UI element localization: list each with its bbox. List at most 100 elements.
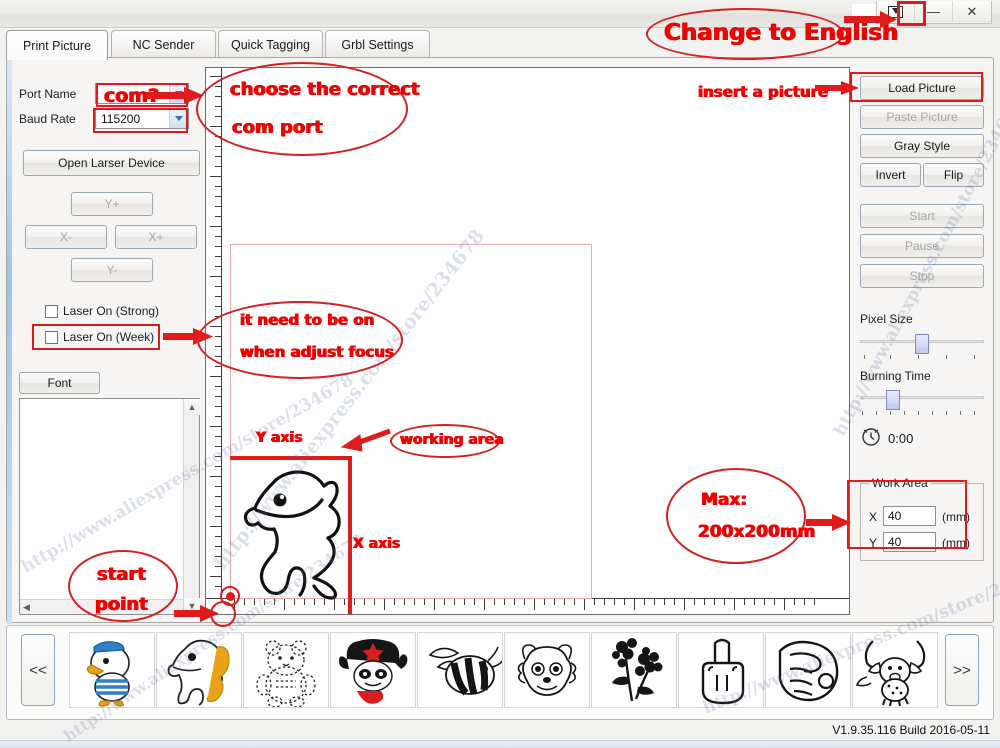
start-label: Start bbox=[909, 209, 935, 223]
work-area-x-input[interactable]: 40 bbox=[883, 506, 936, 526]
work-area-y-input[interactable]: 40 bbox=[883, 532, 936, 552]
tab-print-picture[interactable]: Print Picture bbox=[6, 30, 108, 60]
chevron-down-icon[interactable] bbox=[169, 109, 188, 128]
laser-week-label: Laser On (Week) bbox=[63, 330, 155, 344]
thumbnail-flower[interactable] bbox=[591, 632, 677, 708]
thumbnail-bee[interactable] bbox=[417, 632, 503, 708]
open-laser-device-label: Open Larser Device bbox=[58, 156, 165, 170]
pixel-size-slider-thumb[interactable] bbox=[915, 334, 929, 354]
bee-icon bbox=[428, 646, 502, 696]
jog-x-plus-label: X+ bbox=[148, 230, 164, 244]
burning-time-slider[interactable] bbox=[860, 390, 984, 416]
font-button[interactable]: Font bbox=[19, 372, 100, 394]
thumbnail-bear[interactable] bbox=[243, 632, 329, 708]
text-input-area[interactable]: ▲ ▼ ◀ bbox=[19, 398, 200, 615]
thumbnail-hand-pointing[interactable] bbox=[765, 632, 851, 708]
close-button[interactable]: ✕ bbox=[953, 1, 991, 22]
minimize-icon: — bbox=[927, 4, 940, 19]
paste-picture-label: Paste Picture bbox=[886, 110, 958, 124]
load-picture-button[interactable]: Load Picture bbox=[860, 76, 984, 100]
jog-x-minus-button[interactable]: X- bbox=[25, 225, 107, 249]
jog-y-minus-button[interactable]: Y- bbox=[71, 258, 153, 282]
laser-strong-label: Laser On (Strong) bbox=[63, 304, 160, 318]
work-area-y-value: 40 bbox=[888, 535, 902, 549]
close-icon: ✕ bbox=[966, 3, 978, 19]
flip-button[interactable]: Flip bbox=[923, 163, 984, 187]
invert-label: Invert bbox=[875, 168, 906, 182]
work-area-y-label: Y bbox=[869, 536, 878, 550]
jog-y-minus-label: Y- bbox=[106, 263, 118, 277]
tab-nc-sender[interactable]: NC Sender bbox=[111, 30, 216, 58]
laser-strong-checkbox[interactable] bbox=[45, 304, 58, 318]
jog-y-plus-button[interactable]: Y+ bbox=[71, 192, 153, 216]
laser-week-checkbox[interactable] bbox=[45, 330, 58, 344]
flower-icon bbox=[612, 638, 663, 702]
baud-rate-combo[interactable]: 115200 bbox=[95, 108, 189, 129]
laser-week-checkbox-row[interactable]: Laser On (Week) bbox=[45, 330, 154, 344]
pause-button[interactable]: Pause bbox=[860, 234, 984, 258]
thumbnail-panda-hat[interactable] bbox=[330, 632, 416, 708]
thumbnail-horse[interactable] bbox=[156, 632, 242, 708]
paste-picture-button[interactable]: Paste Picture bbox=[860, 105, 984, 129]
language-toggle-button[interactable] bbox=[877, 1, 915, 22]
pixel-size-slider[interactable] bbox=[860, 334, 984, 360]
port-name-combo[interactable] bbox=[95, 83, 189, 104]
version-text: V1.9.35.116 Build 2016-05-11 bbox=[832, 723, 990, 737]
thumbnail-bar: << >> bbox=[6, 625, 994, 720]
work-area-x-unit: (mm) bbox=[942, 510, 970, 524]
burning-time-slider-track[interactable] bbox=[860, 396, 984, 399]
work-area-y-unit: (mm) bbox=[942, 536, 970, 550]
status-bar bbox=[0, 740, 1000, 748]
text-area-horizontal-scrollbar[interactable]: ◀ bbox=[20, 599, 183, 614]
tab-nc-sender-label: NC Sender bbox=[132, 37, 195, 52]
burning-time-slider-thumb[interactable] bbox=[886, 390, 900, 410]
open-laser-device-button[interactable]: Open Larser Device bbox=[23, 150, 200, 176]
thumbnail-sheep[interactable] bbox=[504, 632, 590, 708]
stop-label: Stop bbox=[909, 269, 935, 283]
vertical-ruler bbox=[206, 68, 222, 614]
text-area-vertical-scrollbar[interactable]: ▲ ▼ bbox=[183, 399, 200, 614]
pause-label: Pause bbox=[904, 239, 940, 253]
thumbnails-next-button[interactable]: >> bbox=[945, 634, 979, 706]
stop-button[interactable]: Stop bbox=[860, 264, 984, 288]
thumbnail-bull[interactable] bbox=[852, 632, 938, 708]
tab-quick-tagging-label: Quick Tagging bbox=[231, 37, 310, 52]
gray-style-button[interactable]: Gray Style bbox=[860, 134, 984, 158]
tab-grbl-settings[interactable]: Grbl Settings bbox=[325, 30, 430, 58]
canvas-horse-artwork bbox=[243, 470, 341, 600]
pixel-size-slider-ticks bbox=[860, 355, 984, 360]
thumbnail-hand-finger[interactable] bbox=[678, 632, 764, 708]
laser-strong-checkbox-row[interactable]: Laser On (Strong) bbox=[45, 304, 159, 318]
thumbnail-duck[interactable] bbox=[69, 632, 155, 708]
scroll-left-icon[interactable]: ◀ bbox=[20, 602, 30, 613]
thumbnails-prev-button[interactable]: << bbox=[21, 634, 55, 706]
tab-strip: Print Picture NC Sender Quick Tagging Gr… bbox=[6, 30, 994, 60]
hand-pointing-icon bbox=[778, 640, 839, 702]
chevron-down-icon[interactable] bbox=[169, 84, 188, 103]
port-name-label: Port Name bbox=[19, 87, 77, 101]
tab-quick-tagging[interactable]: Quick Tagging bbox=[218, 30, 323, 58]
work-area-x-value: 40 bbox=[888, 509, 902, 523]
baud-rate-label: Baud Rate bbox=[19, 112, 76, 126]
scroll-up-icon[interactable]: ▲ bbox=[184, 399, 200, 415]
work-area-title: Work Area bbox=[869, 476, 931, 490]
scroll-down-icon[interactable]: ▼ bbox=[184, 598, 200, 614]
invert-button[interactable]: Invert bbox=[860, 163, 921, 187]
application-window: — ✕ Print Picture NC Sender Quick Taggin… bbox=[0, 0, 1000, 748]
minimize-button[interactable]: — bbox=[915, 1, 953, 22]
preview-canvas[interactable] bbox=[205, 67, 850, 615]
jog-x-plus-button[interactable]: X+ bbox=[115, 225, 197, 249]
tab-grbl-settings-label: Grbl Settings bbox=[341, 37, 414, 52]
font-button-label: Font bbox=[47, 376, 72, 390]
load-picture-label: Load Picture bbox=[888, 81, 956, 95]
panda-hat-icon bbox=[339, 639, 408, 704]
bear-icon bbox=[256, 640, 316, 707]
pixel-size-label: Pixel Size bbox=[860, 312, 913, 326]
thumbnails-prev-label: << bbox=[29, 661, 47, 679]
baud-rate-value: 115200 bbox=[101, 111, 141, 126]
gray-style-label: Gray Style bbox=[893, 139, 950, 153]
start-button[interactable]: Start bbox=[860, 204, 984, 228]
work-area-x-label: X bbox=[869, 510, 878, 524]
bull-icon bbox=[855, 640, 926, 707]
jog-y-plus-label: Y+ bbox=[104, 197, 120, 211]
